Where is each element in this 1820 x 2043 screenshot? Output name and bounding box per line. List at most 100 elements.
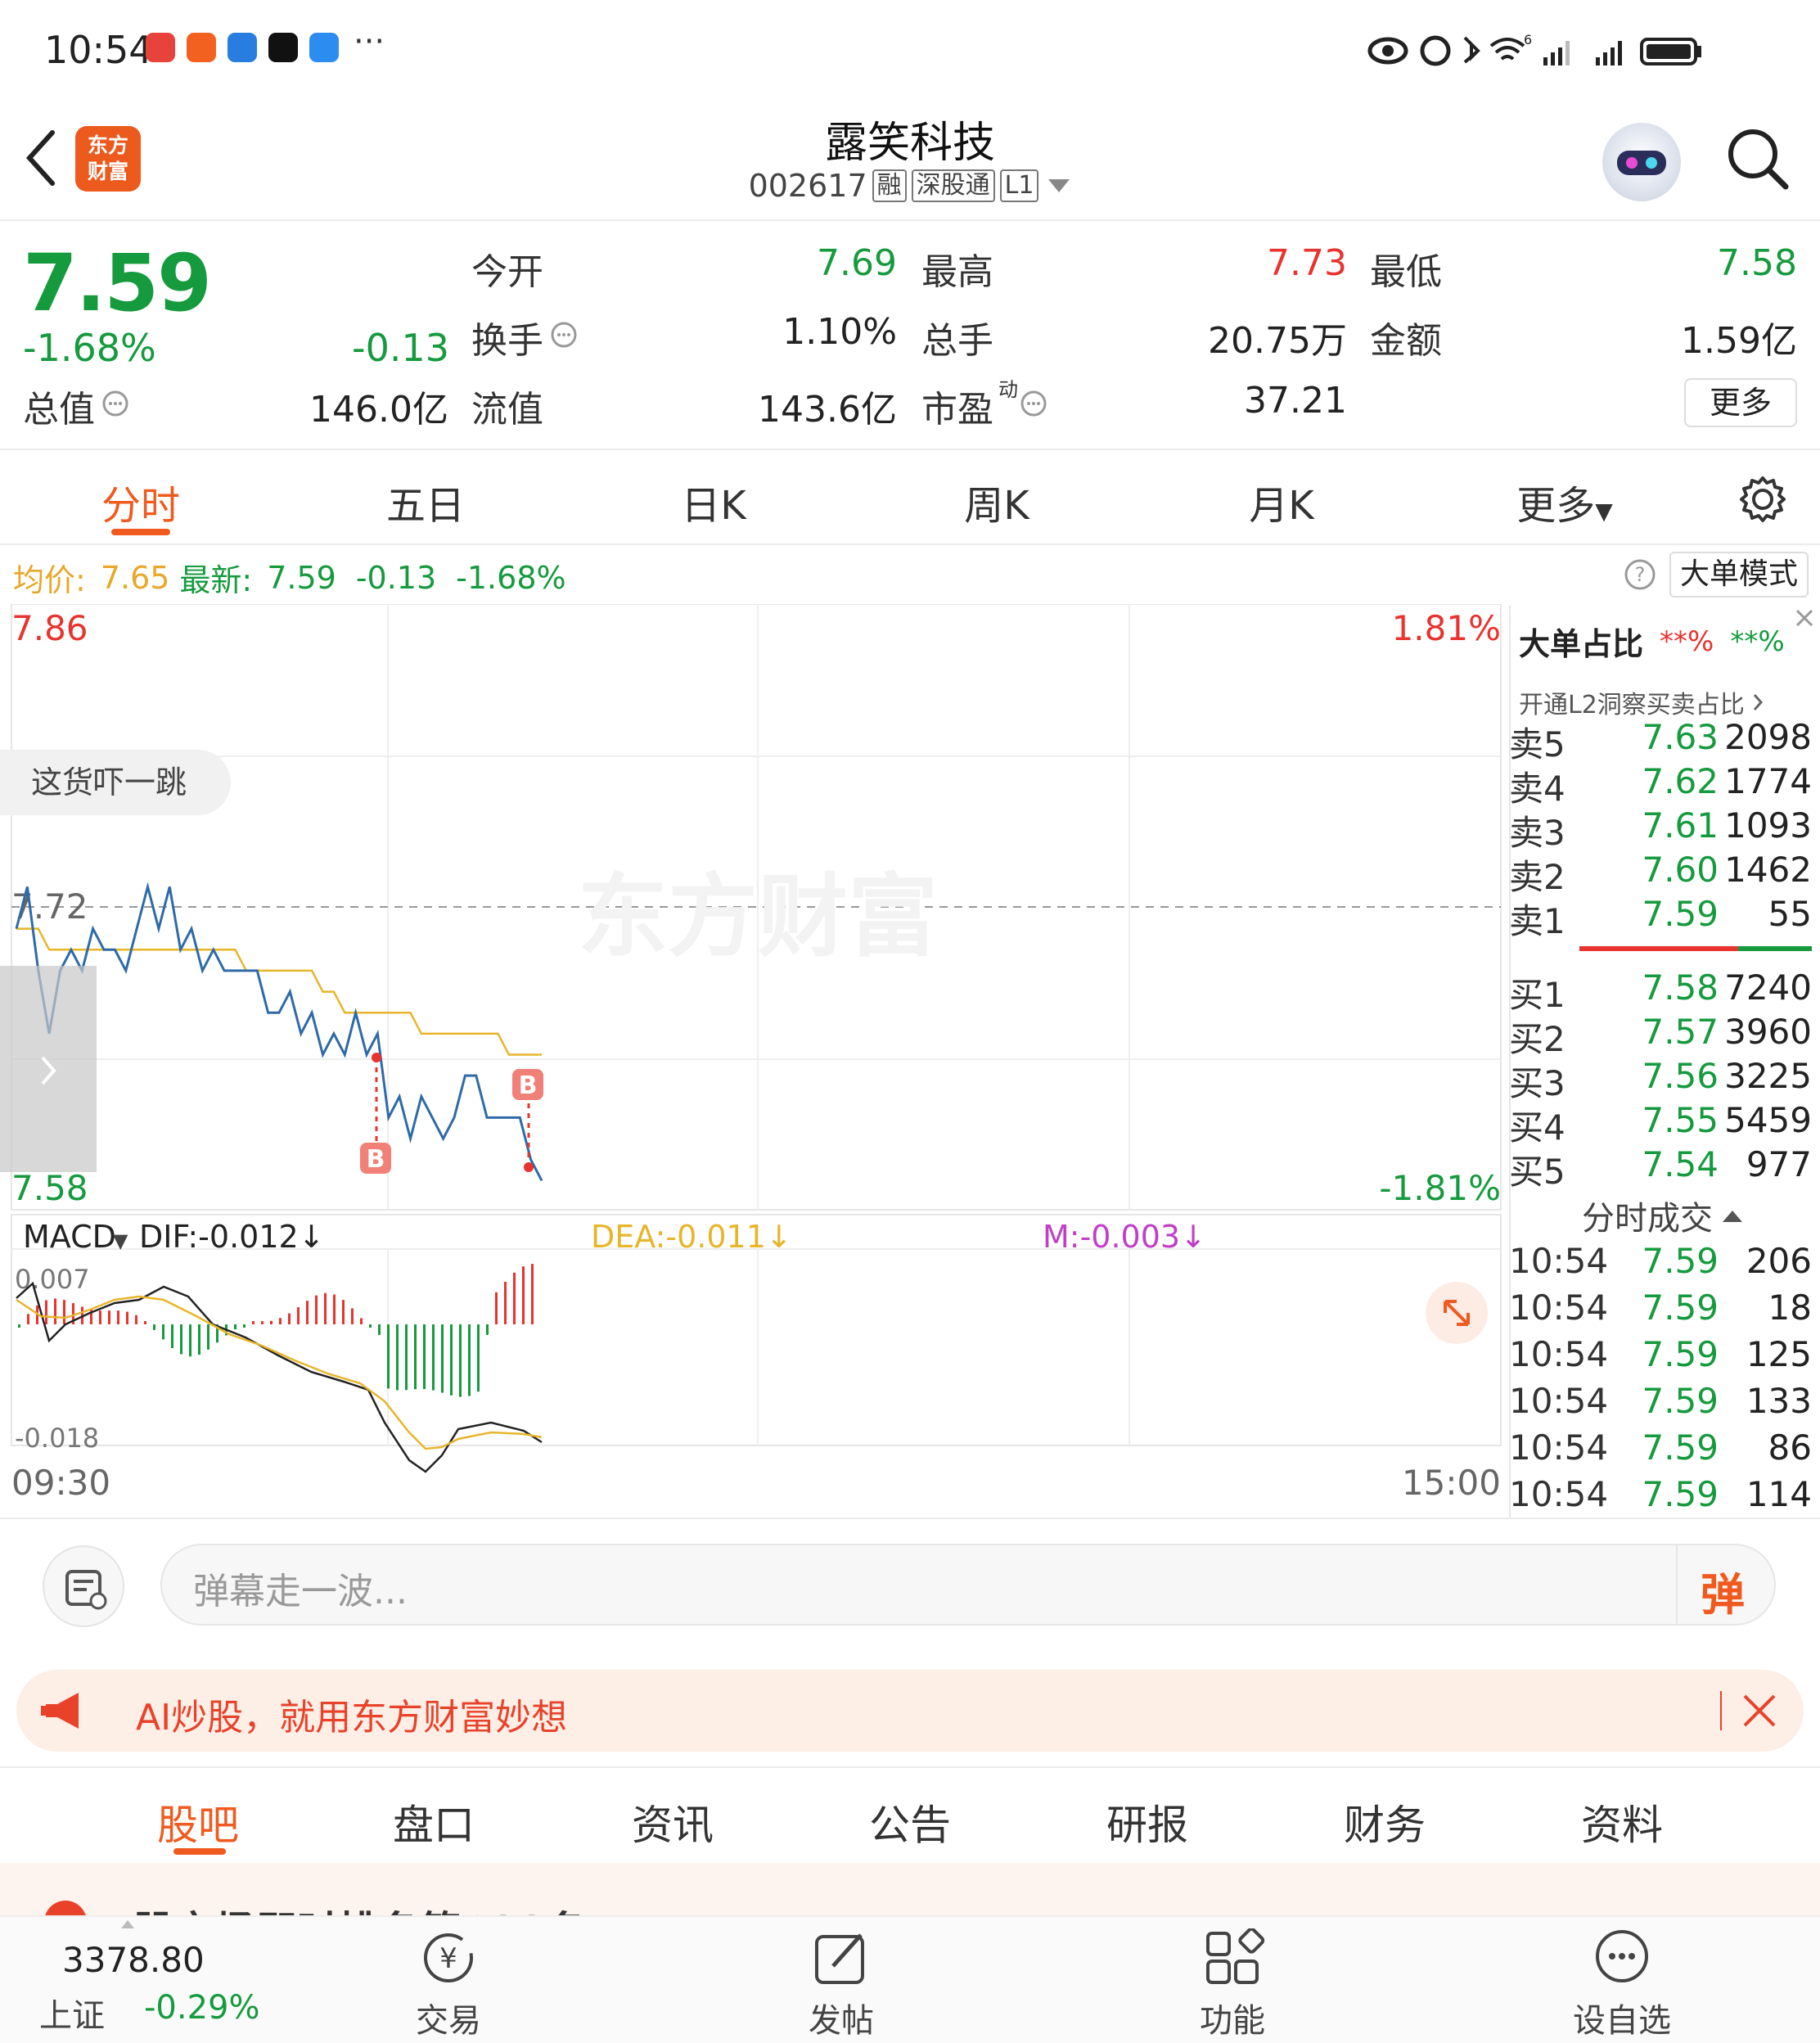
- ai-robot-avatar[interactable]: [1602, 123, 1681, 201]
- danmu-settings-icon: [65, 1570, 107, 1610]
- macd-bar: [180, 1324, 182, 1355]
- macd-bar: [477, 1324, 480, 1392]
- ticks-title[interactable]: 分时成交: [1509, 1192, 1817, 1239]
- current-price: 7.59: [23, 237, 212, 329]
- tick-row: 10:54 7.59 86: [1509, 1427, 1812, 1468]
- network-type-label: 6: [1524, 32, 1532, 47]
- macd-bar: [459, 1324, 462, 1397]
- macd-bar: [261, 1321, 264, 1324]
- macd-bar: [135, 1315, 137, 1324]
- collapse-triangle-icon: [1723, 1211, 1742, 1222]
- status-bar: 10:54 ··· 6: [0, 0, 1820, 98]
- svg-text:¥: ¥: [439, 1942, 457, 1975]
- trade-icon: ¥: [424, 1933, 473, 1982]
- tick-row: 10:54 7.59 18: [1509, 1288, 1812, 1328]
- macd-bar: [315, 1295, 318, 1324]
- sell-ratio: **%: [1730, 625, 1785, 658]
- time-end-label: 15:00: [1402, 1463, 1501, 1503]
- quote-more-button[interactable]: 更多: [1684, 378, 1797, 427]
- tab-daily-k[interactable]: 日K: [615, 473, 812, 530]
- subtab-announcement[interactable]: 公告: [828, 1793, 992, 1851]
- macd-y-bottom: -0.018: [15, 1423, 99, 1454]
- l2-upgrade-link[interactable]: 开通L2洞察买卖占比: [1519, 684, 1766, 720]
- intraday-chart[interactable]: 东方财富 7.86 7.72 7.58 1.81% -1.81% B B MAC…: [0, 604, 1506, 1521]
- info-icon[interactable]: [550, 321, 578, 349]
- subtab-research[interactable]: 研报: [1065, 1793, 1229, 1851]
- sell-power-bar: [1738, 946, 1812, 951]
- volume-value: 20.75万: [1208, 320, 1347, 362]
- buy-marker-2[interactable]: B: [512, 1069, 543, 1172]
- rank-peek[interactable]: A股市场即时排名第688名: [0, 1863, 1820, 1915]
- macd-bar: [396, 1324, 399, 1391]
- tab-more[interactable]: 更多▼: [1466, 473, 1663, 530]
- danmu-input[interactable]: 弹幕走一波... 弹: [160, 1544, 1776, 1626]
- ai-banner[interactable]: AI炒股，就用东方财富妙想: [16, 1670, 1804, 1752]
- macd-bar: [324, 1292, 327, 1324]
- nav-post[interactable]: 发帖: [759, 1994, 923, 2041]
- subtab-pankou[interactable]: 盘口: [352, 1793, 516, 1851]
- bid-row: 买5 7.54 977: [1509, 1144, 1812, 1192]
- buy-marker-1[interactable]: B: [360, 1053, 391, 1174]
- nav-trade[interactable]: 交易: [367, 1994, 530, 2041]
- tab-weekly-k[interactable]: 周K: [899, 473, 1095, 530]
- close-icon[interactable]: [1741, 1693, 1777, 1729]
- app-notification-icon: [228, 33, 257, 62]
- side-panel-handle[interactable]: [0, 966, 97, 1172]
- tiktok-icon: [268, 33, 298, 62]
- market-cap-value: 146.0亿: [309, 389, 448, 431]
- nav-add-favorite[interactable]: 设自选: [1540, 1994, 1704, 2041]
- help-icon[interactable]: ?: [1624, 558, 1656, 591]
- macd-bar: [333, 1294, 336, 1324]
- app-notification-icon: [187, 33, 216, 62]
- macd-bar: [108, 1310, 110, 1324]
- market-cap-label: 总值: [23, 389, 95, 431]
- danmu-send-button[interactable]: 弹: [1676, 1545, 1774, 1624]
- index-value[interactable]: 3378.80: [62, 1940, 205, 1980]
- subtab-profile[interactable]: 资料: [1540, 1793, 1704, 1851]
- macd-bar: [117, 1310, 119, 1324]
- ask-row: 卖2 7.60 1462: [1509, 850, 1812, 897]
- macd-bar: [495, 1292, 498, 1324]
- pe-value: 37.21: [1244, 380, 1347, 422]
- macd-bar: [432, 1324, 435, 1391]
- tab-intraday[interactable]: 分时: [43, 473, 239, 530]
- big-order-ratio[interactable]: 大单占比 **% **%: [1519, 619, 1785, 664]
- bid-row: 买4 7.55 5459: [1509, 1100, 1812, 1148]
- stock-code-row[interactable]: 002617 融 深股通 L1: [0, 168, 1820, 204]
- danmu-bubble[interactable]: 这货吓一跳: [0, 750, 231, 815]
- subtab-finance[interactable]: 财务: [1303, 1793, 1466, 1851]
- expand-chart-button[interactable]: [1426, 1282, 1488, 1344]
- info-icon[interactable]: [101, 390, 129, 417]
- macd-bar: [144, 1321, 146, 1324]
- info-icon[interactable]: [1020, 390, 1047, 417]
- collapse-triangle-icon: [121, 1920, 134, 1928]
- subtab-guba[interactable]: 股吧: [116, 1793, 280, 1851]
- tab-monthly-k[interactable]: 月K: [1183, 473, 1380, 530]
- index-name[interactable]: 上证: [39, 1989, 105, 2036]
- big-order-mode-button[interactable]: 大单模式: [1669, 552, 1809, 598]
- subtab-news[interactable]: 资讯: [591, 1793, 755, 1851]
- macd-bar: [342, 1300, 345, 1324]
- tab-five-day[interactable]: 五日: [327, 473, 524, 530]
- nav-function[interactable]: 功能: [1151, 1994, 1314, 2041]
- danmu-settings-button[interactable]: [43, 1545, 124, 1627]
- rank-icon: [44, 1901, 87, 1915]
- pct-low-label: -1.81%: [1379, 1168, 1501, 1208]
- avg-price: 7.65: [100, 559, 170, 596]
- gear-icon[interactable]: [1738, 475, 1787, 524]
- latest-price: 7.59: [267, 559, 336, 596]
- macd-bar: [486, 1324, 489, 1335]
- low-label: 最低: [1370, 251, 1442, 293]
- macd-bar: [522, 1266, 525, 1324]
- close-icon[interactable]: [1792, 606, 1817, 630]
- macd-bar: [369, 1324, 372, 1328]
- megaphone-icon: [41, 1693, 79, 1729]
- macd-bar: [405, 1324, 408, 1391]
- macd-bar: [207, 1324, 209, 1350]
- volume-label: 总手: [921, 320, 993, 362]
- macd-bar: [270, 1320, 273, 1324]
- margin-tag: 融: [872, 169, 907, 202]
- search-icon[interactable]: [1725, 126, 1789, 190]
- macd-m: M:-0.003↓: [1043, 1219, 1206, 1255]
- latest-change: -0.13: [355, 559, 437, 596]
